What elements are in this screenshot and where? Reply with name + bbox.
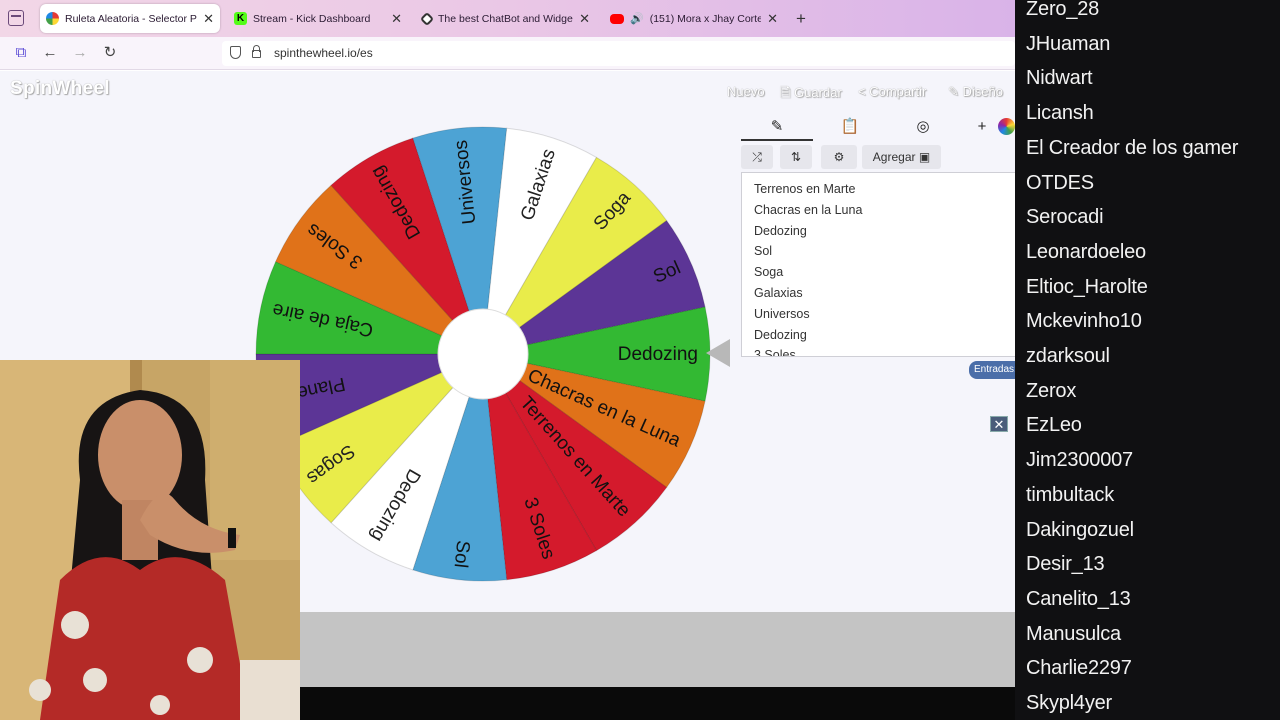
editor-tabs: ✎ 📋 ◎ + <box>741 113 1015 143</box>
chat-username[interactable]: Leonardoeleo <box>1026 241 1146 264</box>
color-wheel-icon[interactable] <box>998 113 1015 141</box>
tab-ruleta[interactable]: Ruleta Aleatoria - Selector Perso ✕ <box>40 4 220 33</box>
chatbot-favicon-icon <box>419 11 435 26</box>
tab-edit[interactable]: ✎ <box>741 113 813 141</box>
chat-username[interactable]: Skypl4yer <box>1026 692 1112 715</box>
save-button[interactable]: 🗎 Guardar <box>780 84 842 106</box>
sort-icon: ⇅ <box>790 150 802 164</box>
pencil-icon: ✎ <box>948 84 959 99</box>
share-button[interactable]: < Compartir <box>858 84 926 99</box>
entry-line[interactable]: Dedozing <box>754 325 1015 346</box>
webcam-overlay <box>0 360 300 720</box>
chat-username[interactable]: Zero_28 <box>1026 0 1099 21</box>
forward-button[interactable]: → <box>70 43 90 63</box>
gear-icon: ⚙ <box>833 150 845 164</box>
tab-title: The best ChatBot and Widgets <box>438 12 574 25</box>
close-icon[interactable]: ✕ <box>391 11 402 27</box>
tab-youtube[interactable]: 🔊 (151) Mora x Jhay Cortez - ✕ <box>604 4 784 33</box>
entry-line[interactable]: Galaxias <box>754 283 1015 304</box>
speaker-icon[interactable]: 🔊 <box>630 12 644 25</box>
shield-icon[interactable] <box>230 46 241 59</box>
add-image-button[interactable]: Agregar ▣ <box>862 145 941 169</box>
reload-button[interactable]: ↻ <box>100 43 120 63</box>
lock-icon[interactable] <box>252 45 261 58</box>
tab-hidden[interactable]: ◎ <box>903 113 943 141</box>
entry-line[interactable]: Universos <box>754 304 1015 325</box>
chat-username[interactable]: Zerox <box>1026 380 1076 403</box>
navigation-bar: ⧉ ← → ↻ spinthewheel.io/es <box>0 37 1015 70</box>
tab-title: (151) Mora x Jhay Cortez - <box>649 12 762 25</box>
image-icon: ▣ <box>918 150 931 164</box>
tab-chatbot[interactable]: The best ChatBot and Widgets ✕ <box>416 4 596 33</box>
chat-username[interactable]: Charlie2297 <box>1026 657 1132 680</box>
wheel-center[interactable] <box>437 308 529 400</box>
site-logo[interactable]: SpinWheel <box>10 78 110 100</box>
wheel-pointer-icon <box>706 339 730 367</box>
entry-line[interactable]: 3 Soles <box>754 345 1015 356</box>
kick-favicon-icon: K <box>234 12 247 25</box>
pencil-icon: ✎ <box>770 118 784 135</box>
sidebar-toggle-icon[interactable]: ⧉ <box>11 43 31 63</box>
window-menu-icon[interactable] <box>8 10 24 26</box>
browser-tab-bar: Ruleta Aleatoria - Selector Perso ✕ K St… <box>0 0 1015 37</box>
entries-textarea[interactable]: Terrenos en Marte Chacras en la Luna Dedoz… <box>741 172 1015 357</box>
entries-count-badge: Entradas: <box>969 361 1022 379</box>
chat-username[interactable]: Nidwart <box>1026 67 1093 90</box>
youtube-favicon-icon <box>610 13 624 24</box>
shuffle-icon: ⤮ <box>752 150 762 164</box>
tab-title: Stream - Kick Dashboard <box>253 12 371 25</box>
new-tab-button[interactable]: + <box>796 9 806 29</box>
entry-line[interactable]: Soga <box>754 262 1015 283</box>
streamer-image <box>0 360 300 720</box>
tab-results[interactable]: 📋 <box>831 113 869 141</box>
chat-username[interactable]: Mckevinho10 <box>1026 310 1142 333</box>
wheel-svg[interactable]: DedozingChacras en la LunaTerrenos en Ma… <box>255 126 711 582</box>
url-text[interactable]: spinthewheel.io/es <box>274 46 373 60</box>
chat-username[interactable]: Licansh <box>1026 102 1094 125</box>
chat-username[interactable]: OTDES <box>1026 172 1094 195</box>
share-icon: < <box>858 84 866 99</box>
chat-username[interactable]: EzLeo <box>1026 414 1082 437</box>
close-icon[interactable]: ✕ <box>767 11 778 27</box>
chat-username[interactable]: Manusulca <box>1026 623 1121 646</box>
entry-line[interactable]: Sol <box>754 241 1015 262</box>
new-button[interactable]: Nuevo <box>727 84 765 99</box>
entry-line[interactable]: Chacras en la Luna <box>754 200 1015 221</box>
save-icon: 🗎 <box>780 85 791 100</box>
sort-button[interactable]: ⇅ <box>780 145 812 169</box>
chat-username[interactable]: timbultack <box>1026 484 1114 507</box>
wheel-segment-label: Dedozing <box>618 344 698 365</box>
chat-username[interactable]: Serocadi <box>1026 206 1104 229</box>
close-ad-button[interactable]: ✕ <box>990 416 1008 432</box>
address-bar[interactable]: spinthewheel.io/es <box>222 41 1015 66</box>
chat-username[interactable]: Desir_13 <box>1026 553 1105 576</box>
tab-title: Ruleta Aleatoria - Selector Perso <box>65 12 197 25</box>
chat-username[interactable]: zdarksoul <box>1026 345 1110 368</box>
chat-username[interactable]: Eltioc_Harolte <box>1026 276 1148 299</box>
chat-user-list: Zero_28 JHuaman Nidwart Licansh El Creador d… <box>1015 0 1280 720</box>
chat-username[interactable]: El Creador de los gamer <box>1026 137 1238 160</box>
wheel-segment-label: Sol <box>450 539 474 569</box>
close-icon[interactable]: ✕ <box>203 11 214 27</box>
settings-button[interactable]: ⚙ <box>821 145 857 169</box>
clipboard-icon: 📋 <box>840 118 860 135</box>
add-wheel-button[interactable]: + <box>975 113 989 141</box>
eye-off-icon: ◎ <box>916 118 930 135</box>
shuffle-button[interactable]: ⤮ <box>741 145 773 169</box>
back-button[interactable]: ← <box>40 43 60 63</box>
chat-username[interactable]: Dakingozuel <box>1026 519 1134 542</box>
design-button[interactable]: ✎ Diseño <box>948 84 1003 100</box>
wheel-favicon-icon <box>46 12 59 25</box>
entry-line[interactable]: Dedozing <box>754 221 1015 242</box>
chat-username[interactable]: JHuaman <box>1026 33 1110 56</box>
chat-username[interactable]: Jim2300007 <box>1026 449 1133 472</box>
spin-wheel[interactable]: Dedozing Chacras en la Luna Terrenos en Ma… <box>255 126 711 582</box>
entry-line[interactable]: Terrenos en Marte <box>754 179 1015 200</box>
tab-kick[interactable]: K Stream - Kick Dashboard ✕ <box>228 4 408 33</box>
close-icon[interactable]: ✕ <box>579 11 590 27</box>
chat-username[interactable]: Canelito_13 <box>1026 588 1131 611</box>
